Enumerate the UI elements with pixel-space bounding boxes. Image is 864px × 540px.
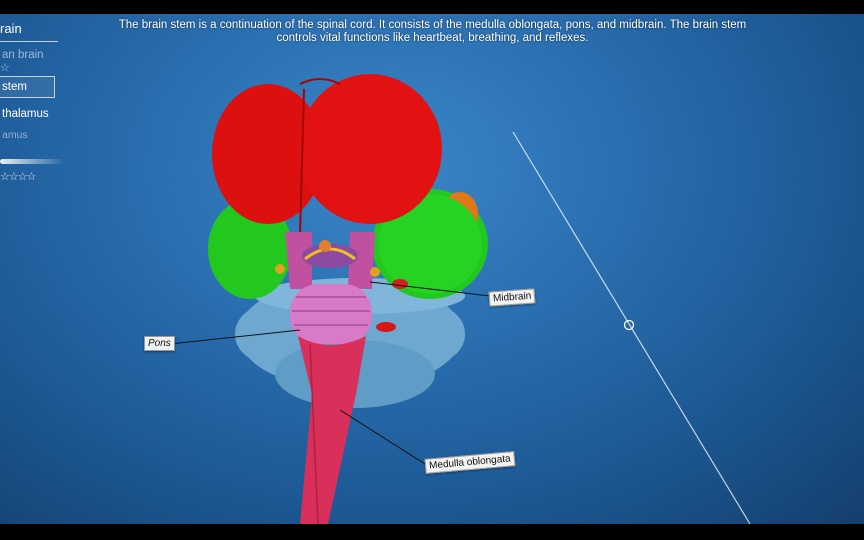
- letterbox-bottom: [0, 524, 864, 540]
- menu-scroll-highlight: [0, 159, 65, 164]
- panel-title: rain: [0, 21, 22, 36]
- medulla-oblongata[interactable]: [298, 336, 366, 524]
- brain-model[interactable]: [0, 14, 864, 524]
- medulla-leader-line: [339, 409, 426, 465]
- menu-item-brain[interactable]: an brain: [0, 49, 44, 61]
- structure-menu: rain an brain ☆ stem thalamus amus ☆☆☆☆: [0, 14, 70, 194]
- menu-item-thalamus[interactable]: amus: [0, 129, 28, 141]
- cerebrum[interactable]: [212, 74, 442, 235]
- rating-star-icons[interactable]: ☆☆☆☆: [0, 170, 36, 183]
- 3d-viewport[interactable]: The brain stem is a continuation of the …: [0, 14, 864, 524]
- menu-item-brain-star-icon: ☆: [0, 62, 10, 74]
- menu-item-brain-stem[interactable]: stem: [0, 76, 55, 98]
- panel-title-divider: [0, 41, 58, 42]
- letterbox-top: [0, 0, 864, 14]
- midbrain-label[interactable]: Midbrain: [488, 288, 536, 307]
- menu-item-hypothalamus[interactable]: thalamus: [0, 104, 49, 124]
- pons-label[interactable]: Pons: [144, 336, 175, 351]
- description-caption: The brain stem is a continuation of the …: [118, 19, 747, 44]
